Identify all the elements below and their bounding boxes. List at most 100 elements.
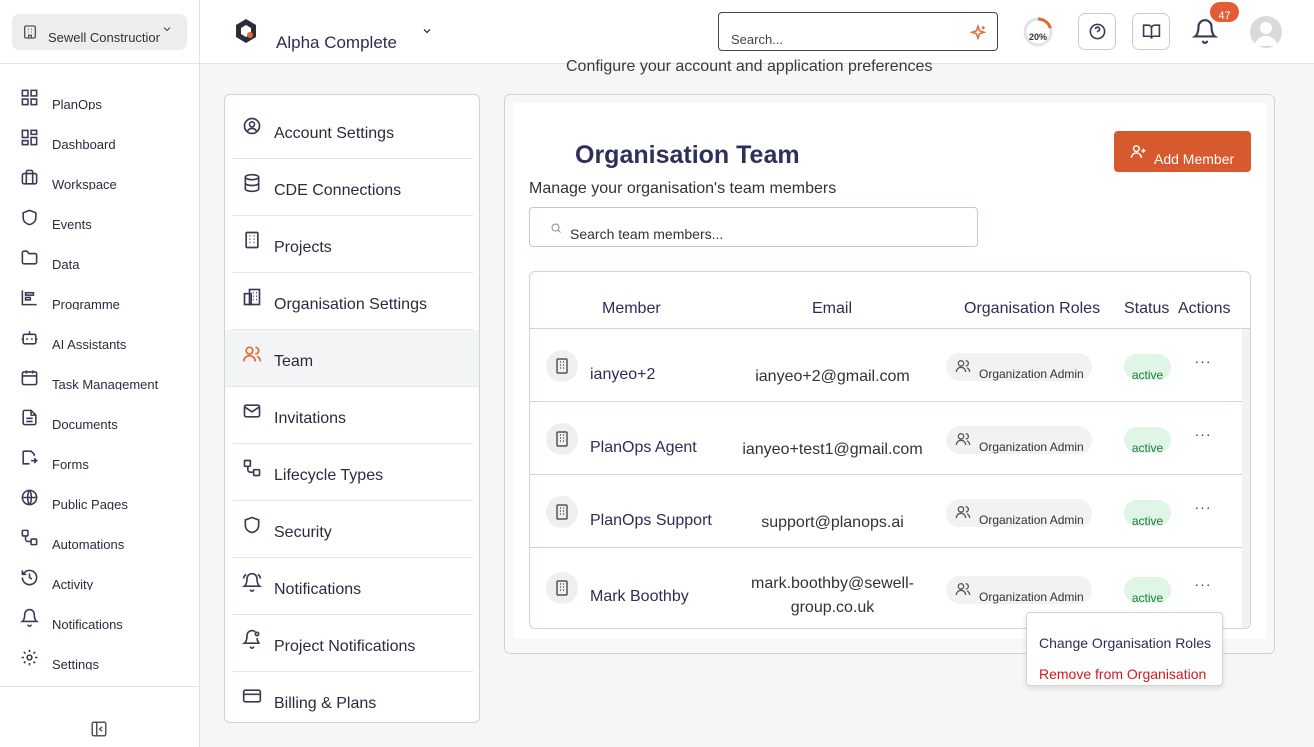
settings-item-project-notifications[interactable]: Project Notifications [232,615,473,672]
member-name: PlanOps Support [590,512,712,529]
settings-item-account[interactable]: Account Settings [232,102,473,159]
member-avatar [546,572,578,604]
grid-icon [21,129,38,146]
role-label: Organization Admin [979,513,1084,527]
notifications-bell-icon[interactable] [1192,17,1218,45]
history-icon [21,569,38,586]
status-badge: active [1124,577,1171,605]
sidebar-item-documents[interactable]: Documents [0,400,200,440]
settings-item-lifecycle-types[interactable]: Lifecycle Types [232,444,473,501]
more-actions-icon[interactable]: ··· [1190,577,1216,594]
users-icon [242,346,262,362]
sidebar-item-label: Automations [52,537,125,550]
settings-item-security[interactable]: Security [232,501,473,558]
sidebar-item-ai-assistants[interactable]: AI Assistants [0,320,200,360]
organisation-name: Sewell Construction [48,29,160,45]
app-logo-icon[interactable] [232,17,260,45]
settings-item-notifications[interactable]: Notifications [232,558,473,615]
chevron-down-icon[interactable] [421,25,433,37]
team-search-input[interactable] [570,226,950,242]
more-actions-icon[interactable]: ··· [1190,427,1216,444]
bell-ring-icon [242,572,262,592]
bell-settings-icon [242,629,260,649]
role-badge: Organization Admin [946,426,1092,454]
chart-icon [21,290,37,306]
sidebar-collapse-icon[interactable] [90,720,108,738]
member-email: ianyeo+2@gmail.com [755,368,910,385]
sidebar-item-planops[interactable]: PlanOps [0,80,200,120]
calendar-icon [21,370,38,386]
sidebar-item-public-pages[interactable]: Public Pages [0,480,200,520]
progress-label: 20% [1028,32,1047,42]
sidebar-item-notifications[interactable]: Notifications [0,600,200,640]
table-row[interactable]: PlanOps Agent ianyeo+test1@gmail.com Org… [530,402,1242,475]
grid-icon [21,89,38,106]
search-input[interactable] [731,32,961,47]
sidebar-nav: PlanOps Dashboard Workspace Events Data … [0,80,200,680]
divider [0,686,200,687]
settings-item-label: Account Settings [274,125,395,142]
member-name: Mark Boothby [590,588,689,605]
sidebar-item-workspace[interactable]: Workspace [0,160,200,200]
sparkle-icon[interactable] [969,24,987,42]
sidebar-item-label: Workspace [52,177,117,190]
role-badge: Organization Admin [946,353,1092,381]
user-plus-icon [1130,145,1146,158]
global-search[interactable] [718,12,998,51]
docs-button[interactable] [1132,13,1170,50]
column-header-roles[interactable]: Organisation Roles [964,300,1100,318]
column-header-email[interactable]: Email [812,300,852,318]
sidebar-item-automations[interactable]: Automations [0,520,200,560]
more-actions-icon[interactable]: ··· [1190,500,1216,517]
page-title: Organisation Team [575,141,800,169]
progress-indicator[interactable]: 20% [1022,16,1054,48]
settings-item-team[interactable]: Team [225,330,479,387]
user-circle-icon [243,117,261,135]
add-member-button[interactable]: Add Member [1114,131,1251,172]
shield-icon [244,516,260,534]
team-panel: Organisation Team Manage your organisati… [504,94,1275,654]
team-search[interactable] [529,207,978,247]
settings-item-invitations[interactable]: Invitations [232,387,473,444]
settings-item-label: CDE Connections [274,182,402,199]
organisation-switcher[interactable]: Sewell Construction [12,14,187,50]
role-label: Organization Admin [979,590,1084,604]
change-roles-menu-item[interactable]: Change Organisation Roles [1039,635,1211,651]
role-label: Organization Admin [979,367,1084,381]
remove-member-menu-item[interactable]: Remove from Organisation [1039,666,1206,682]
column-header-status[interactable]: Status [1124,300,1169,318]
member-email: support@planops.ai [761,514,904,531]
sidebar-item-events[interactable]: Events [0,200,200,240]
settings-item-label: Team [274,353,314,370]
settings-item-billing[interactable]: Billing & Plans [232,672,473,722]
users-icon [955,433,971,446]
settings-item-organisation[interactable]: Organisation Settings [232,273,473,330]
help-button[interactable] [1078,13,1116,50]
building-icon [245,231,259,249]
book-open-icon [1142,24,1161,39]
users-icon [955,360,971,373]
users-icon [955,506,971,519]
avatar[interactable] [1250,16,1282,48]
member-avatar [546,496,578,528]
project-name[interactable]: Alpha Complete [276,33,397,53]
sidebar-item-activity[interactable]: Activity [0,560,200,600]
table-row[interactable]: ianyeo+2 ianyeo+2@gmail.com Organization… [530,329,1242,402]
sidebar-item-data[interactable]: Data [0,240,200,280]
table-scrollbar[interactable] [1242,329,1250,628]
role-badge: Organization Admin [946,499,1092,527]
settings-item-cde-connections[interactable]: CDE Connections [232,159,473,216]
sidebar-item-settings[interactable]: Settings [0,640,200,680]
settings-item-projects[interactable]: Projects [232,216,473,273]
bell-icon [20,608,39,627]
sidebar-item-label: Events [52,217,92,230]
sidebar-item-programme[interactable]: Programme [0,280,200,320]
sidebar-item-dashboard[interactable]: Dashboard [0,120,200,160]
sidebar-item-forms[interactable]: Forms [0,440,200,480]
table-row[interactable]: PlanOps Support support@planops.ai Organ… [530,475,1242,548]
settings-item-label: Organisation Settings [274,296,427,313]
column-header-member[interactable]: Member [602,300,661,318]
sidebar-item-task-management[interactable]: Task Management [0,360,200,400]
more-actions-icon[interactable]: ··· [1190,354,1216,371]
sidebar-item-label: Notifications [52,617,123,630]
